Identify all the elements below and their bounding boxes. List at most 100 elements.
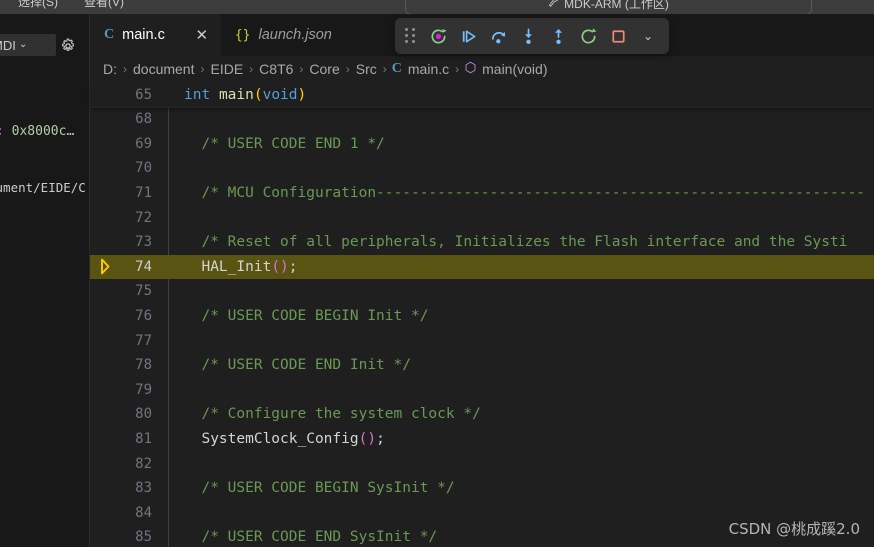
symbol-method-icon bbox=[464, 61, 481, 77]
code-editor[interactable]: 68 69 /* USER CODE END 1 */ 70 71 /* MCU Co… bbox=[90, 107, 874, 547]
code-line[interactable]: 80 /* Configure the system clock */ bbox=[90, 402, 874, 427]
code-line-text: /* USER CODE END SysInit */ bbox=[184, 529, 438, 546]
line-number: 69 bbox=[135, 135, 152, 152]
line-number: 76 bbox=[135, 308, 152, 325]
code-line[interactable]: 70 bbox=[90, 156, 874, 181]
code-lines: 68 69 /* USER CODE END 1 */ 70 71 /* MCU Co… bbox=[90, 107, 874, 547]
code-line[interactable]: 79 bbox=[90, 378, 874, 403]
c-file-icon: C bbox=[391, 61, 402, 76]
sticky-scroll-line[interactable]: 65 int main(void) bbox=[90, 82, 874, 108]
code-line[interactable]: 85 /* USER CODE END SysInit */ bbox=[90, 525, 874, 547]
code-line-text: /* Configure the system clock */ bbox=[184, 406, 481, 423]
breadcrumb-item-core[interactable]: Core bbox=[308, 61, 340, 77]
code-line[interactable]: 76 /* USER CODE BEGIN Init */ bbox=[90, 304, 874, 329]
code-line-text: /* USER CODE END 1 */ bbox=[184, 135, 385, 152]
vscode-window: 选择(S) 查看(V) MDK-ARM (工作区) MDI ⌄ : 0x8000… bbox=[0, 0, 874, 547]
step-over-button[interactable] bbox=[485, 23, 511, 49]
chevron-down-icon: ⌄ bbox=[642, 29, 654, 43]
code-line[interactable]: 77 bbox=[90, 328, 874, 353]
command-center-text: MDK-ARM (工作区) bbox=[564, 0, 669, 11]
breadcrumb-item-eide[interactable]: EIDE bbox=[209, 61, 244, 77]
line-number: 73 bbox=[135, 234, 152, 251]
breadcrumb-item-symbol[interactable]: main(void) bbox=[481, 61, 548, 77]
code-line-text: SystemClock_Config(); bbox=[201, 431, 385, 448]
continue-button[interactable] bbox=[455, 23, 481, 49]
line-number: 80 bbox=[135, 406, 152, 423]
debug-variable-colon: : bbox=[0, 124, 4, 139]
code-line[interactable]: 82 bbox=[90, 451, 874, 476]
code-line-text: /* USER CODE BEGIN Init */ bbox=[184, 308, 429, 325]
title-bar: 选择(S) 查看(V) MDK-ARM (工作区) bbox=[0, 0, 874, 14]
breadcrumb: D: › document › EIDE › C8T6 › Core › Src… bbox=[90, 56, 874, 82]
code-line-text: /* Reset of all peripherals, Initializes… bbox=[184, 234, 848, 251]
code-line-text: /* MCU Configuration--------------------… bbox=[184, 185, 865, 202]
breadcrumb-separator-icon: › bbox=[200, 62, 205, 76]
code-line[interactable]: 71 /* MCU Configuration-----------------… bbox=[90, 181, 874, 206]
breadcrumb-separator-icon: › bbox=[249, 62, 254, 76]
line-number: 78 bbox=[135, 357, 152, 374]
line-number: 82 bbox=[135, 455, 152, 472]
wrench-icon bbox=[547, 0, 560, 11]
tab-launch-json[interactable]: {} launch.json bbox=[221, 14, 344, 56]
breadcrumb-item-src[interactable]: Src bbox=[355, 61, 378, 77]
line-number: 77 bbox=[135, 332, 152, 349]
menu-item-select[interactable]: 选择(S) bbox=[18, 0, 58, 10]
breadcrumb-separator-icon: › bbox=[123, 62, 127, 76]
debug-path-fragment: cument/EIDE/C bbox=[0, 180, 86, 195]
sticky-line-code: int main(void) bbox=[184, 86, 307, 103]
debug-step-arrow-icon bbox=[100, 258, 114, 275]
line-number: 85 bbox=[135, 529, 152, 546]
code-line[interactable]: 69 /* USER CODE END 1 */ bbox=[90, 132, 874, 157]
drag-handle-icon[interactable] bbox=[405, 28, 419, 44]
debug-session-selector[interactable]: MDI ⌄ bbox=[0, 34, 56, 56]
debug-more-button[interactable]: ⌄ bbox=[635, 23, 661, 49]
tab-label: main.c bbox=[122, 27, 165, 43]
code-line[interactable]: 75 bbox=[90, 279, 874, 304]
gear-icon[interactable] bbox=[60, 38, 76, 54]
line-number: 68 bbox=[135, 111, 152, 128]
code-line-text: /* USER CODE END Init */ bbox=[184, 357, 411, 374]
breadcrumb-item-drive[interactable]: D: bbox=[102, 61, 118, 77]
breadcrumb-separator-icon: › bbox=[299, 62, 304, 76]
close-icon[interactable]: ✕ bbox=[195, 28, 209, 43]
step-into-button[interactable] bbox=[515, 23, 541, 49]
code-line[interactable]: 72 bbox=[90, 205, 874, 230]
code-line[interactable]: 84 bbox=[90, 501, 874, 526]
breadcrumb-item-file[interactable]: main.c bbox=[407, 61, 450, 77]
debug-sidebar: MDI ⌄ : 0x8000c… cument/EIDE/C bbox=[0, 14, 90, 547]
chevron-down-icon: ⌄ bbox=[18, 39, 28, 50]
breadcrumb-separator-icon: › bbox=[345, 62, 350, 76]
line-number: 81 bbox=[135, 431, 152, 448]
debug-session-label: MDI bbox=[0, 37, 16, 53]
debug-variable-hex: 0x8000c… bbox=[11, 124, 75, 139]
line-number: 83 bbox=[135, 480, 152, 497]
menu-item-view[interactable]: 查看(V) bbox=[84, 0, 124, 10]
line-number: 71 bbox=[135, 185, 152, 202]
line-number: 79 bbox=[135, 381, 152, 398]
code-line-current[interactable]: 74 HAL_Init(); bbox=[90, 254, 874, 280]
code-line[interactable]: 83 /* USER CODE BEGIN SysInit */ bbox=[90, 476, 874, 501]
code-line[interactable]: 81 SystemClock_Config(); bbox=[90, 427, 874, 452]
stop-button[interactable] bbox=[605, 23, 631, 49]
debug-variable-value: : 0x8000c… bbox=[0, 124, 74, 139]
breadcrumb-separator-icon: › bbox=[455, 62, 460, 76]
debug-toolbar: ⌄ bbox=[395, 18, 669, 54]
line-number: 84 bbox=[135, 504, 152, 521]
reverse-continue-button[interactable] bbox=[425, 23, 451, 49]
editor-group: C main.c ✕ {} launch.json ⌄ D: › documen… bbox=[90, 14, 874, 547]
step-out-button[interactable] bbox=[545, 23, 571, 49]
command-center[interactable]: MDK-ARM (工作区) bbox=[405, 0, 812, 14]
json-file-icon: {} bbox=[234, 27, 251, 43]
code-line[interactable]: 68 bbox=[90, 107, 874, 132]
breadcrumb-item-document[interactable]: document bbox=[132, 61, 195, 77]
breadcrumb-separator-icon: › bbox=[382, 62, 387, 76]
sticky-line-number: 65 bbox=[135, 86, 152, 103]
code-line[interactable]: 73 /* Reset of all peripherals, Initiali… bbox=[90, 230, 874, 255]
breadcrumb-item-c8t6[interactable]: C8T6 bbox=[258, 61, 294, 77]
code-line-text: /* USER CODE BEGIN SysInit */ bbox=[184, 480, 455, 497]
restart-button[interactable] bbox=[575, 23, 601, 49]
code-line-text: HAL_Init(); bbox=[201, 258, 298, 275]
code-line[interactable]: 78 /* USER CODE END Init */ bbox=[90, 353, 874, 378]
tab-main-c[interactable]: C main.c ✕ bbox=[90, 14, 221, 56]
tab-label: launch.json bbox=[258, 27, 332, 43]
